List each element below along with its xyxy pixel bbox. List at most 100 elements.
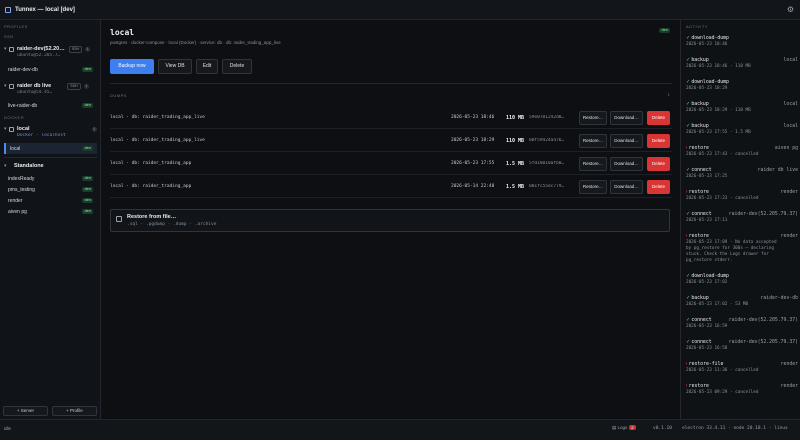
restore-button[interactable]: Restore… — [579, 111, 607, 125]
divider — [110, 83, 672, 84]
sort-arrow-icon[interactable]: ↕ — [668, 92, 671, 98]
dump-hash: 5fd18010afb0… — [529, 161, 565, 166]
check-icon: ✓ — [686, 58, 691, 63]
activity-event: ✓ backup local 2026-05-23 17:55 · 1.5 MB — [686, 124, 798, 136]
dump-name: local · db: raider_trading_app — [110, 161, 192, 166]
dump-date: 2026-05-23 18:29 — [451, 138, 495, 143]
event-target: render — [780, 234, 798, 239]
sidebar-item-render[interactable]: render dev — [4, 195, 97, 206]
event-target: raider-dev(52.205.79.37) — [728, 212, 798, 217]
restore-button[interactable]: Restore… — [579, 134, 607, 148]
profiles-label: PROFILES — [4, 24, 28, 29]
server-icon — [9, 46, 14, 52]
version-label: v0.1.10 — [653, 426, 672, 431]
activity-event: ✓ connect raider-dev(52.205.79.37) 2026-05… — [686, 340, 798, 352]
download-button[interactable]: Download… — [610, 111, 643, 125]
event-action: connect — [691, 168, 712, 173]
table-row: local · db: raider_trading_app 2026-05-1… — [110, 176, 672, 198]
file-icon — [116, 216, 122, 222]
db-name: raider-dev-db — [8, 66, 38, 73]
event-target: local — [783, 102, 798, 107]
event-action: restore — [688, 190, 709, 195]
check-icon: ✓ — [686, 296, 691, 301]
error-icon: ! — [686, 190, 688, 195]
standalone-group[interactable]: ▾ Standalone — [4, 162, 98, 170]
check-icon: ✓ — [686, 340, 691, 345]
dev-badge: dev — [82, 176, 93, 181]
activity-event: ✓ download-dump 2026-05-23 18:46 — [686, 36, 798, 48]
delete-dump-button[interactable]: Delete — [647, 157, 670, 171]
dump-size: 1.5 MB — [506, 161, 525, 167]
server-name: local — [17, 126, 30, 132]
event-action: connect — [691, 340, 712, 345]
dump-name: local · db: raider_trading_app — [110, 184, 192, 189]
check-icon: ✓ — [686, 102, 691, 107]
edit-button[interactable]: Edit — [196, 59, 218, 74]
logs-button[interactable]: ▤ Logs 2 — [612, 425, 636, 431]
add-profile-button[interactable]: + Profile — [52, 406, 97, 416]
sidebar: PROFILES SSH ▾ raider-dev(52.20… SSH 1 u… — [0, 20, 101, 419]
db-name: pms_testing — [8, 186, 35, 193]
add-server-button[interactable]: + Server — [3, 406, 48, 416]
event-action: backup — [691, 124, 709, 129]
event-action: backup — [691, 58, 709, 63]
sidebar-item-live-raider-db[interactable]: live-raider-db dev — [4, 100, 97, 111]
download-button[interactable]: Download… — [610, 180, 643, 194]
db-name: indexReady — [8, 175, 35, 182]
delete-dump-button[interactable]: Delete — [647, 134, 670, 148]
event-target: aiven pg — [774, 146, 798, 151]
gear-icon[interactable]: ⚙ — [787, 5, 794, 14]
sidebar-item-local[interactable]: local dev — [4, 143, 97, 154]
sidebar-item-pms-testing[interactable]: pms_testing dev — [4, 184, 97, 195]
event-detail: 2026-05-23 18:46 · 110 MB — [686, 64, 751, 69]
event-detail: 2026-05-23 17:23 · cancelled — [686, 196, 759, 201]
dev-badge: dev — [82, 209, 93, 214]
check-icon: ✓ — [686, 80, 691, 85]
db-count: 1 — [83, 83, 89, 89]
activity-event: ✓ connect raider-dev(52.205.79.37) 2026-05… — [686, 318, 798, 330]
restore-button[interactable]: Restore… — [579, 157, 607, 171]
server-local[interactable]: ▾ local 1 Docker · localhost — [4, 125, 98, 140]
ssh-chip: SSH — [67, 82, 81, 90]
dump-date: 2026-05-23 18:46 — [451, 115, 495, 120]
event-target: raider db live — [757, 168, 798, 173]
sidebar-item-aiven-pg[interactable]: aiven pg dev — [4, 206, 97, 217]
event-target: raider-dev(52.205.79.37) — [728, 340, 798, 345]
backup-now-button[interactable]: Backup now — [110, 59, 154, 74]
restore-from-file-dropzone[interactable]: Restore from file… .sql · .pgdump · .dum… — [110, 209, 670, 232]
activity-event: ✓ backup raider-dev-db 2026-05-23 17:02 · … — [686, 296, 798, 308]
delete-dump-button[interactable]: Delete — [647, 180, 670, 194]
restore-button[interactable]: Restore… — [579, 180, 607, 194]
check-icon: ✓ — [686, 212, 691, 217]
server-raider-db-live[interactable]: ▾ raider db live SSH 1 ubuntu@54.45… — [4, 82, 98, 97]
delete-dump-button[interactable]: Delete — [647, 111, 670, 125]
app-window: Tunnex — local [dev] ⚙ PROFILES SSH ▾ ra… — [0, 0, 800, 440]
download-button[interactable]: Download… — [610, 157, 643, 171]
error-icon: ! — [686, 384, 688, 389]
event-detail: 2026-05-23 11:36 · cancelled — [686, 368, 759, 373]
dump-name: local · db: raider_trading_app_live — [110, 115, 205, 120]
view-db-button[interactable]: View DB — [158, 59, 192, 74]
breadcrumb: postgres · docker-compose · local (Docke… — [110, 40, 281, 45]
event-detail: 2026-05-23 17:55 · 1.5 MB — [686, 130, 751, 135]
title-bar: Tunnex — local [dev] ⚙ — [0, 0, 800, 20]
window-title: Tunnex — local [dev] — [15, 6, 75, 13]
chevron-down-icon[interactable]: ▾ — [4, 163, 9, 169]
download-button[interactable]: Download… — [610, 134, 643, 148]
delete-button[interactable]: Delete — [222, 59, 252, 74]
event-detail: 2026-05-23 18:29 — [686, 86, 728, 91]
event-detail: 2026-05-23 17:02 · 53 MB — [686, 302, 749, 307]
main-panel: local postgres · docker-compose · local … — [102, 20, 680, 419]
event-target: raider-dev-db — [760, 296, 798, 301]
dump-date: 2026-05-23 17:55 — [451, 161, 495, 166]
activity-event: ! restore render 2026-05-23 17:09 · No dat… — [686, 234, 798, 264]
dev-badge: dev — [82, 187, 93, 192]
page-title: local — [110, 28, 135, 37]
event-target: render — [780, 190, 798, 195]
sidebar-item-raider-dev-db[interactable]: raider-dev-db dev — [4, 64, 97, 75]
event-detail: 2026-05-23 17:09 · No data accepted by p… — [686, 240, 777, 263]
error-icon: ! — [686, 362, 688, 367]
event-detail: 2026-05-23 16:59 — [686, 324, 728, 329]
sidebar-item-indexready[interactable]: indexReady dev — [4, 173, 97, 184]
server-raider-dev[interactable]: ▾ raider-dev(52.20… SSH 1 ubuntu@52.205.… — [4, 45, 98, 60]
